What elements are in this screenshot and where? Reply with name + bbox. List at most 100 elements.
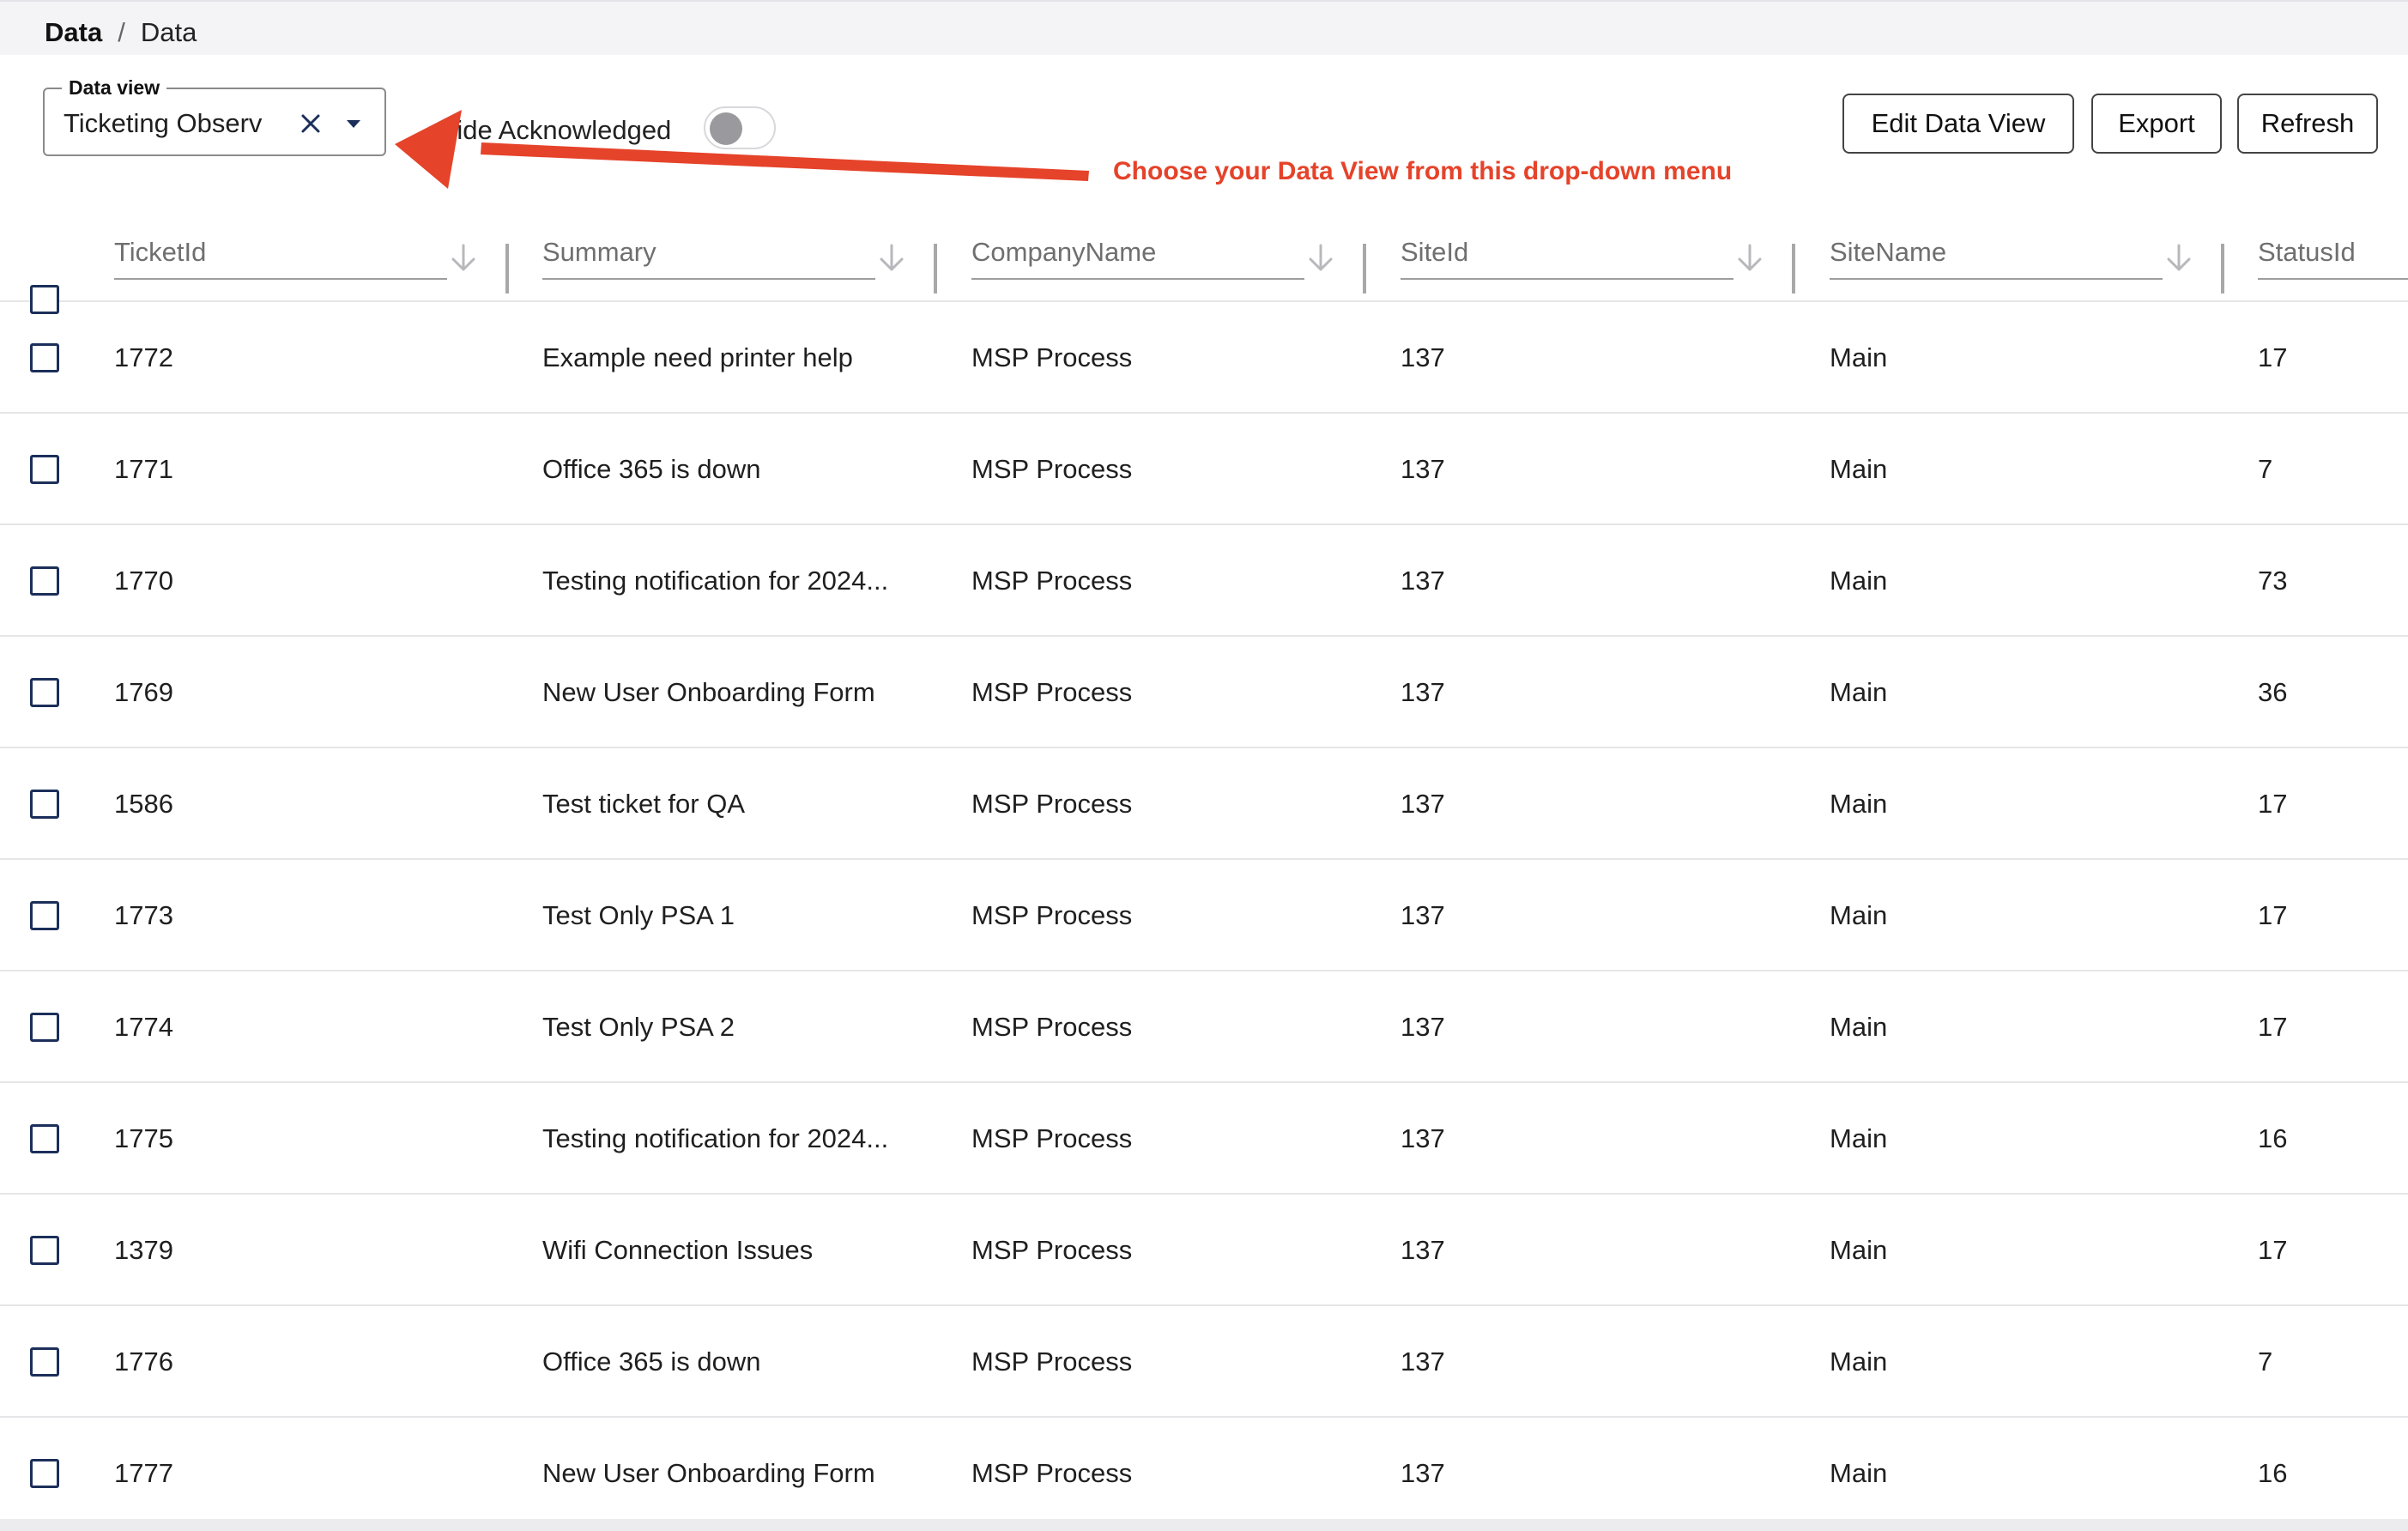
- column-header-sitename[interactable]: SiteName: [1830, 218, 2242, 302]
- cell-ticketid: 1769: [114, 677, 173, 707]
- sort-arrow-icon[interactable]: [874, 240, 909, 275]
- cell-siteid: 137: [1401, 900, 1445, 930]
- cell-companyname: MSP Process: [971, 900, 1133, 930]
- column-filter-underline: [971, 278, 1304, 280]
- table-row[interactable]: 1772 Example need printer help MSP Process…: [0, 302, 2408, 414]
- column-header-siteid[interactable]: SiteId: [1401, 218, 1812, 302]
- column-header-ticketid[interactable]: TicketId: [114, 218, 526, 302]
- cell-ticketid: 1379: [114, 1235, 173, 1265]
- cell-companyname: MSP Process: [971, 342, 1133, 372]
- row-checkbox[interactable]: [30, 678, 59, 707]
- column-resize-handle[interactable]: [1363, 244, 1366, 293]
- cell-statusid: 36: [2258, 677, 2288, 707]
- cell-siteid: 137: [1401, 789, 1445, 819]
- column-header-label: StatusId: [2258, 237, 2356, 267]
- cell-statusid: 17: [2258, 789, 2288, 819]
- column-filter-underline: [542, 278, 875, 280]
- cell-sitename: Main: [1830, 789, 1888, 819]
- table-row[interactable]: 1775 Testing notification for 2024... MSP …: [0, 1083, 2408, 1195]
- cell-ticketid: 1777: [114, 1458, 173, 1488]
- column-header-label: SiteId: [1401, 237, 1469, 267]
- row-checkbox[interactable]: [30, 1013, 59, 1042]
- cell-statusid: 16: [2258, 1123, 2288, 1153]
- cell-statusid: 17: [2258, 900, 2288, 930]
- sort-arrow-icon[interactable]: [1733, 240, 1767, 275]
- column-resize-handle[interactable]: [934, 244, 937, 293]
- table-row[interactable]: 1773 Test Only PSA 1 MSP Process 137 Main 17: [0, 860, 2408, 971]
- sort-arrow-icon[interactable]: [446, 240, 481, 275]
- breadcrumb-root[interactable]: Data: [45, 15, 102, 50]
- row-checkbox[interactable]: [30, 1236, 59, 1265]
- cell-statusid: 17: [2258, 1235, 2288, 1265]
- column-resize-handle[interactable]: [1792, 244, 1795, 293]
- cell-ticketid: 1772: [114, 342, 173, 372]
- column-header-statusid[interactable]: StatusId: [2258, 218, 2408, 302]
- annotation-text: Choose your Data View from this drop-dow…: [1113, 157, 1733, 185]
- column-filter-underline: [114, 278, 447, 280]
- column-header-label: CompanyName: [971, 237, 1157, 267]
- column-header-label: TicketId: [114, 237, 207, 267]
- sort-arrow-icon[interactable]: [1304, 240, 1338, 275]
- edit-data-view-button[interactable]: Edit Data View: [1842, 94, 2074, 154]
- cell-summary: Test Only PSA 1: [542, 900, 735, 930]
- row-checkbox[interactable]: [30, 1124, 59, 1153]
- row-checkbox[interactable]: [30, 1347, 59, 1377]
- cell-companyname: MSP Process: [971, 1123, 1133, 1153]
- row-checkbox[interactable]: [30, 901, 59, 930]
- cell-companyname: MSP Process: [971, 1012, 1133, 1042]
- cell-summary: Example need printer help: [542, 342, 853, 372]
- cell-summary: Test ticket for QA: [542, 789, 746, 819]
- close-icon[interactable]: [293, 105, 328, 142]
- cell-sitename: Main: [1830, 900, 1888, 930]
- table-row[interactable]: 1771 Office 365 is down MSP Process 137 Main…: [0, 414, 2408, 525]
- cell-summary: Testing notification for 2024...: [542, 566, 889, 596]
- column-filter-underline: [1830, 278, 2163, 280]
- table-header: TicketId Summary CompanyName SiteId SiteName…: [0, 218, 2408, 314]
- table-body: 1772 Example need printer help MSP Process…: [0, 302, 2408, 1524]
- cell-ticketid: 1774: [114, 1012, 173, 1042]
- cell-summary: Office 365 is down: [542, 1346, 761, 1377]
- table-row[interactable]: 1770 Testing notification for 2024... MSP …: [0, 525, 2408, 637]
- cell-sitename: Main: [1830, 1235, 1888, 1265]
- top-bar: Data / Data: [0, 0, 2408, 55]
- cell-sitename: Main: [1830, 1346, 1888, 1377]
- refresh-button[interactable]: Refresh: [2237, 94, 2378, 154]
- column-resize-handle[interactable]: [505, 244, 509, 293]
- row-checkbox[interactable]: [30, 566, 59, 596]
- data-view-legend: Data view: [62, 75, 167, 100]
- cell-sitename: Main: [1830, 454, 1888, 484]
- column-header-summary[interactable]: Summary: [542, 218, 954, 302]
- row-checkbox[interactable]: [30, 455, 59, 484]
- cell-sitename: Main: [1830, 342, 1888, 372]
- cell-summary: Wifi Connection Issues: [542, 1235, 814, 1265]
- cell-companyname: MSP Process: [971, 1458, 1133, 1488]
- row-checkbox[interactable]: [30, 790, 59, 819]
- table-row[interactable]: 1586 Test ticket for QA MSP Process 137 Main…: [0, 748, 2408, 860]
- cell-companyname: MSP Process: [971, 566, 1133, 596]
- table-row[interactable]: 1769 New User Onboarding Form MSP Process 1…: [0, 637, 2408, 748]
- column-resize-handle[interactable]: [2221, 244, 2224, 293]
- caret-down-icon[interactable]: [336, 105, 371, 142]
- cell-siteid: 137: [1401, 1346, 1445, 1377]
- data-view-value[interactable]: Ticketing Observ: [64, 106, 312, 141]
- sort-arrow-icon[interactable]: [2162, 240, 2196, 275]
- table-row[interactable]: 1774 Test Only PSA 2 MSP Process 137 Main 17: [0, 971, 2408, 1083]
- cell-summary: Office 365 is down: [542, 454, 761, 484]
- table-row[interactable]: 1777 New User Onboarding Form MSP Process 1…: [0, 1418, 2408, 1524]
- cell-siteid: 137: [1401, 677, 1445, 707]
- cell-summary: New User Onboarding Form: [542, 677, 875, 707]
- breadcrumb: Data / Data: [45, 15, 197, 50]
- data-view-select[interactable]: Data view Ticketing Observ: [43, 75, 386, 156]
- row-checkbox[interactable]: [30, 1459, 59, 1488]
- table-row[interactable]: 1379 Wifi Connection Issues MSP Process 137…: [0, 1195, 2408, 1306]
- column-header-companyname[interactable]: CompanyName: [971, 218, 1383, 302]
- cell-statusid: 17: [2258, 1012, 2288, 1042]
- table-row[interactable]: 1776 Office 365 is down MSP Process 137 Main…: [0, 1306, 2408, 1418]
- row-checkbox[interactable]: [30, 343, 59, 372]
- cell-statusid: 73: [2258, 566, 2288, 596]
- cell-siteid: 137: [1401, 566, 1445, 596]
- bottom-edge: [0, 1519, 2408, 1531]
- cell-companyname: MSP Process: [971, 1346, 1133, 1377]
- export-button[interactable]: Export: [2091, 94, 2222, 154]
- cell-siteid: 137: [1401, 342, 1445, 372]
